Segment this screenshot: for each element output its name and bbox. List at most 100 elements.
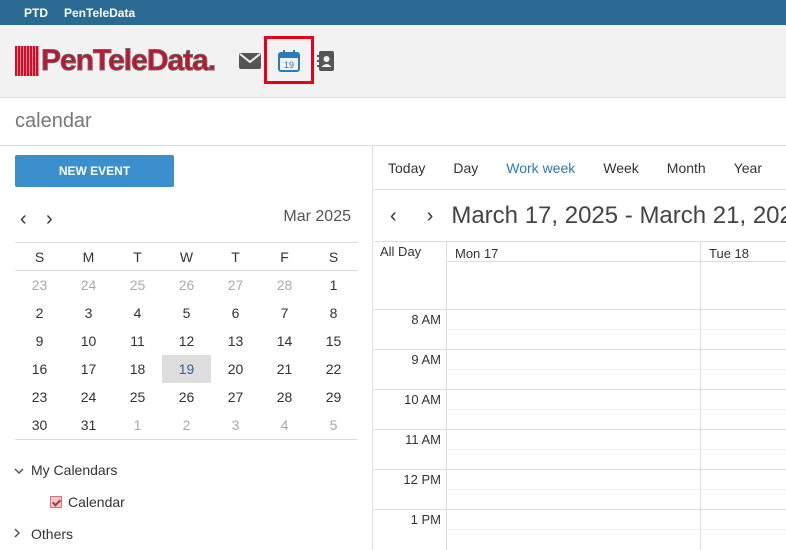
view-day-button[interactable]: Day [453, 160, 478, 176]
mini-day[interactable]: 15 [309, 327, 358, 355]
mini-day[interactable]: 1 [309, 271, 358, 299]
mini-day[interactable]: 3 [211, 411, 260, 439]
mini-day[interactable]: 27 [211, 383, 260, 411]
mini-day[interactable]: 17 [64, 355, 113, 383]
mini-day[interactable]: 29 [309, 383, 358, 411]
mini-day[interactable]: 27 [211, 271, 260, 299]
new-event-button[interactable]: NEW EVENT [15, 155, 174, 187]
mini-day[interactable]: 23 [15, 271, 64, 299]
grid-half-line [446, 489, 786, 490]
mini-day[interactable]: 23 [15, 383, 64, 411]
mini-day[interactable]: 22 [309, 355, 358, 383]
grid-line [374, 469, 786, 470]
sidebar: NEW EVENT ‹ › Mar 2025 S M T W T F S 23 … [0, 146, 373, 550]
mini-day[interactable]: 4 [260, 411, 309, 439]
topbar-link-pentele[interactable]: PenTeleData [64, 6, 135, 20]
mini-day[interactable]: 11 [113, 327, 162, 355]
time-label: 8 AM [411, 312, 441, 327]
mail-icon[interactable] [238, 49, 262, 73]
all-day-label: All Day [380, 244, 422, 259]
day-column-header[interactable]: Mon 17 [455, 246, 498, 261]
grid-divider [700, 242, 701, 550]
mini-day[interactable]: 1 [113, 411, 162, 439]
brand-logo: PenTeleData. [15, 44, 217, 78]
mini-day[interactable]: 24 [64, 271, 113, 299]
weekday-label: W [179, 249, 194, 265]
mini-day[interactable]: 10 [64, 327, 113, 355]
grid-line [374, 429, 786, 430]
mini-day[interactable]: 8 [309, 299, 358, 327]
calendar-list-item[interactable]: Calendar [50, 494, 125, 510]
topbar-link-ptd[interactable]: PTD [24, 6, 48, 20]
mini-day[interactable]: 2 [15, 299, 64, 327]
grid-line [374, 349, 786, 350]
mini-day[interactable]: 24 [64, 383, 113, 411]
view-week-button[interactable]: Week [603, 160, 639, 176]
mini-week-row: 30 31 1 2 3 4 5 [15, 411, 358, 439]
mini-day[interactable]: 13 [211, 327, 260, 355]
mini-day[interactable]: 28 [260, 383, 309, 411]
grid-half-line [446, 369, 786, 370]
mini-day[interactable]: 30 [15, 411, 64, 439]
grid-line [374, 389, 786, 390]
mini-day[interactable]: 26 [162, 271, 211, 299]
mini-day[interactable]: 4 [113, 299, 162, 327]
mini-day[interactable]: 18 [113, 355, 162, 383]
view-work-week-button[interactable]: Work week [506, 160, 575, 176]
grid-half-line [446, 449, 786, 450]
mini-next-button[interactable]: › [46, 208, 53, 231]
mini-day[interactable]: 2 [162, 411, 211, 439]
calendar-item-label: Calendar [68, 494, 125, 510]
mini-day[interactable]: 9 [15, 327, 64, 355]
contacts-icon[interactable] [314, 49, 338, 73]
my-calendars-toggle[interactable]: My Calendars [14, 462, 117, 478]
range-bar: ‹ › March 17, 2025 - March 21, 2025 [374, 191, 786, 241]
mini-day[interactable]: 28 [260, 271, 309, 299]
mini-weekday-row: S M T W T F S [15, 243, 358, 271]
logo-text: PenTeleData. [40, 44, 216, 78]
svg-text:19: 19 [284, 60, 294, 70]
mini-day[interactable]: 21 [260, 355, 309, 383]
weekday-label: F [280, 249, 289, 265]
view-month-button[interactable]: Month [667, 160, 706, 176]
weekday-label: M [82, 249, 95, 265]
mini-day[interactable]: 20 [211, 355, 260, 383]
weekday-label: S [34, 249, 45, 265]
time-label: 10 AM [404, 392, 441, 407]
mini-month-label: Mar 2025 [283, 208, 351, 225]
mini-day[interactable]: 5 [309, 411, 358, 439]
mini-day[interactable]: 3 [64, 299, 113, 327]
grid-line [446, 261, 786, 262]
mini-day[interactable]: 7 [260, 299, 309, 327]
mini-week-row: 2 3 4 5 6 7 8 [15, 299, 358, 327]
mini-day[interactable]: 14 [260, 327, 309, 355]
mini-day[interactable]: 12 [162, 327, 211, 355]
mini-day[interactable]: 16 [15, 355, 64, 383]
app-header: PenTeleData. 19 [0, 25, 786, 98]
range-title: March 17, 2025 - March 21, 2025 [451, 202, 786, 229]
calendar-app-icon[interactable]: 19 [277, 49, 301, 73]
range-prev-button[interactable]: ‹ [390, 205, 397, 228]
others-toggle[interactable]: Others [14, 526, 73, 542]
range-next-button[interactable]: › [427, 205, 434, 228]
calendar-checkbox[interactable] [50, 496, 62, 508]
mini-day[interactable]: 25 [113, 271, 162, 299]
grid-half-line [446, 409, 786, 410]
mini-day[interactable]: 5 [162, 299, 211, 327]
mini-day[interactable]: 25 [113, 383, 162, 411]
mini-week-row: 23 24 25 26 27 28 1 [15, 271, 358, 299]
mini-day-today[interactable]: 19 [162, 355, 211, 383]
time-label: 9 AM [411, 352, 441, 367]
mini-prev-button[interactable]: ‹ [20, 208, 27, 231]
grid-half-line [446, 329, 786, 330]
mini-day[interactable]: 26 [162, 383, 211, 411]
view-year-button[interactable]: Year [734, 160, 762, 176]
my-calendars-label: My Calendars [31, 462, 118, 478]
day-column-header[interactable]: Tue 18 [709, 246, 749, 261]
weekday-label: T [231, 249, 240, 265]
mini-day[interactable]: 6 [211, 299, 260, 327]
view-today-button[interactable]: Today [388, 160, 425, 176]
time-label: 12 PM [403, 472, 441, 487]
mini-day[interactable]: 31 [64, 411, 113, 439]
grid-divider [446, 242, 447, 550]
